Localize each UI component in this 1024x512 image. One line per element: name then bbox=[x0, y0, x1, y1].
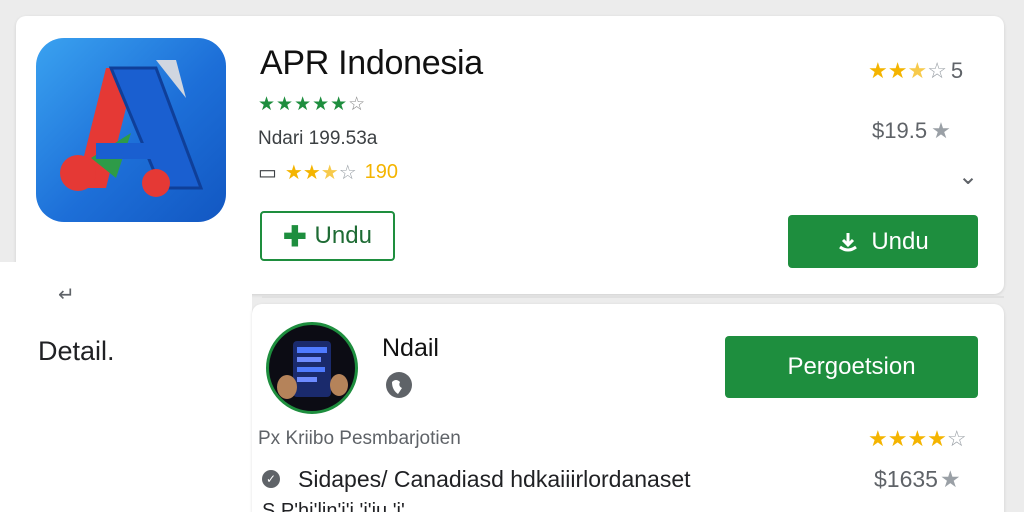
action-button-label: Pergoetsion bbox=[787, 353, 916, 380]
second-app-title: Ndail bbox=[382, 334, 439, 362]
install-outline-button[interactable]: ✚ Undu bbox=[260, 211, 395, 261]
second-price-star-icon: ★ bbox=[939, 466, 961, 492]
second-price: $1635 ★ bbox=[874, 466, 961, 492]
install-label: Undu bbox=[871, 227, 929, 255]
left-panel bbox=[0, 262, 252, 512]
check-icon: ✓ bbox=[262, 470, 280, 488]
empty-star-icon: ☆ bbox=[348, 94, 367, 115]
app-title: APR Indonesia bbox=[260, 44, 483, 82]
developer-line: Ndari 199.53a bbox=[258, 128, 378, 149]
filled-stars-icon: ★★★★★ bbox=[258, 94, 349, 115]
download-icon bbox=[839, 232, 858, 251]
second-rating: ★★★★☆ bbox=[868, 426, 967, 451]
app-avatar[interactable] bbox=[266, 322, 358, 414]
plus-icon: ✚ bbox=[283, 220, 307, 252]
install-button[interactable]: Undu bbox=[788, 215, 978, 268]
price-label: $19.5 ★ bbox=[872, 118, 951, 143]
age-badge-icon: ▭ bbox=[258, 162, 277, 184]
rating-stars-icon: ★★★☆ bbox=[284, 162, 357, 184]
next-line: S P'hi'lin'i'i 'i'iu 'i'... bbox=[262, 500, 422, 512]
side-stars-icon: ★★★☆ bbox=[868, 58, 947, 83]
green-rating-stars: ★★★★★☆ bbox=[258, 93, 366, 116]
app-logo-icon[interactable] bbox=[36, 38, 226, 222]
description-line: Sidapes/ Canadiasd hdkaiiirlordanaset bbox=[298, 466, 691, 492]
price-star-icon: ★ bbox=[931, 118, 951, 143]
divider bbox=[262, 296, 1004, 298]
rating-line: ▭ ★★★☆ 190 bbox=[258, 160, 398, 185]
action-button[interactable]: Pergoetsion bbox=[725, 336, 978, 398]
install-outline-label: Undu bbox=[314, 222, 372, 249]
expand-chevron-icon[interactable]: ⌄ bbox=[958, 162, 978, 191]
side-rating: ★★★☆ 5 bbox=[868, 58, 964, 83]
globe-icon bbox=[386, 372, 412, 398]
rating-count: 190 bbox=[364, 161, 399, 183]
category-line: Px Kriibo Pesmbarjotien bbox=[258, 428, 461, 449]
detail-label: Detail. bbox=[38, 336, 115, 366]
back-icon[interactable]: ↵ bbox=[58, 282, 75, 307]
